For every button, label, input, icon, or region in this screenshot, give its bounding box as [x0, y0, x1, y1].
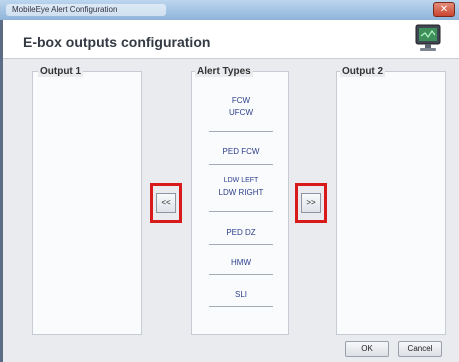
- alert-type-label: SLI: [234, 290, 247, 299]
- move-to-output1-button[interactable]: <<: [156, 193, 176, 213]
- window-left-edge: [0, 20, 3, 362]
- output2-list[interactable]: [336, 71, 446, 335]
- cancel-button[interactable]: Cancel: [398, 341, 442, 357]
- list-item-ped-dz[interactable]: PED DZ: [206, 227, 276, 239]
- separator: [209, 306, 273, 307]
- monitor-icon: [411, 22, 445, 56]
- alert-type-label: FCW: [231, 96, 251, 105]
- alert-type-label: UFCW: [229, 108, 253, 117]
- list-item-hmw[interactable]: HMW: [206, 257, 276, 269]
- alert-type-label: PED DZ: [226, 228, 256, 237]
- alert-types-label: Alert Types: [195, 66, 253, 77]
- alert-type-label: PED FCW: [222, 147, 260, 156]
- list-item-ldw[interactable]: LDW LEFT LDW RIGHT: [206, 175, 276, 199]
- alert-type-label: HMW: [231, 258, 251, 267]
- page-title: E-box outputs configuration: [23, 34, 211, 50]
- ok-button[interactable]: OK: [345, 341, 389, 357]
- title-bar: MobileEye Alert Configuration ✕: [0, 0, 459, 21]
- output2-label: Output 2: [340, 66, 386, 77]
- separator: [209, 244, 273, 245]
- dialog-header: E-box outputs configuration: [3, 20, 459, 59]
- list-item-sli[interactable]: SLI: [206, 289, 276, 301]
- list-item-ped-fcw[interactable]: PED FCW: [206, 146, 276, 158]
- window-title: MobileEye Alert Configuration: [6, 4, 166, 16]
- alert-type-label: LDW RIGHT: [218, 188, 264, 197]
- list-item-fcw-ufcw[interactable]: FCW UFCW: [206, 95, 276, 119]
- output1-label: Output 1: [38, 66, 84, 77]
- separator: [209, 164, 273, 165]
- close-button[interactable]: ✕: [433, 2, 455, 17]
- alert-type-label: LDW LEFT: [223, 177, 259, 184]
- output1-list[interactable]: [32, 71, 142, 335]
- move-to-output2-button[interactable]: >>: [301, 193, 321, 213]
- alert-types-list[interactable]: FCW UFCW PED FCW LDW LEFT LDW RIGHT PED …: [191, 71, 289, 335]
- separator: [209, 274, 273, 275]
- separator: [209, 131, 273, 132]
- separator: [209, 211, 273, 212]
